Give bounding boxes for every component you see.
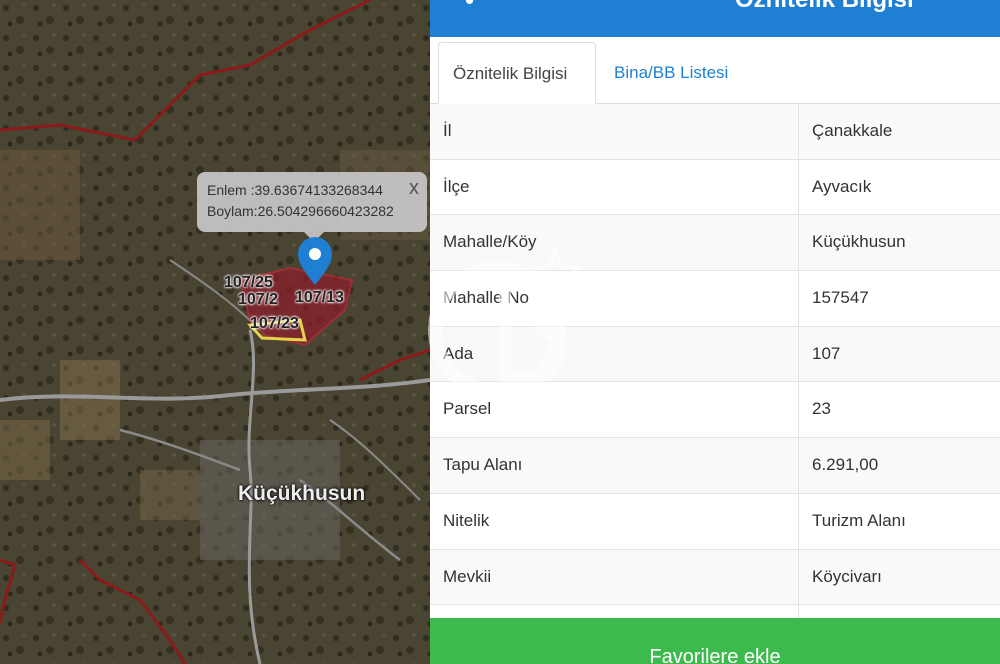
parcel-label: 107/13 xyxy=(295,289,344,306)
row-value: Çanakkale xyxy=(812,121,893,140)
parcel-label: 107/2 xyxy=(238,291,279,308)
row-value: Küçükhusun xyxy=(812,232,906,252)
table-row: Tapu Alanı 6.291,00 xyxy=(430,438,1000,494)
row-value: Ayvacık xyxy=(812,176,872,196)
map-imagery xyxy=(0,0,430,664)
tab-attribute-info[interactable]: Öznitelik Bilgisi xyxy=(438,42,596,104)
table-row: Nitelik Turizm Alanı xyxy=(430,493,1000,550)
coordinate-popup: Enlem :39.63674133268344 Boylam:26.50429… xyxy=(197,172,427,242)
dots-vertical-icon[interactable]: • xyxy=(465,0,474,13)
table-row: İlçe Ayvacık xyxy=(430,159,1000,216)
row-key: Mevkii xyxy=(443,566,492,586)
satellite-map[interactable]: Enlem :39.63674133268344 Boylam:26.50429… xyxy=(0,0,430,664)
watermark-logo xyxy=(428,245,584,399)
row-key: Tapu Alanı xyxy=(443,455,523,475)
row-value: 23 xyxy=(812,399,831,419)
latitude-text: Enlem :39.63674133268344 xyxy=(207,182,383,198)
tab-bar: Öznitelik Bilgisi Bina/BB Listesi xyxy=(430,37,1000,104)
row-key: Nitelik xyxy=(443,510,490,530)
table-row: İl Çanakkale xyxy=(430,104,1000,160)
row-key: İl xyxy=(443,121,452,140)
longitude-text: Boylam:26.504296660423282 xyxy=(207,203,394,219)
parcel-label: 107/23 xyxy=(250,315,299,332)
panel-title: Öznitelik Bilgisi xyxy=(735,0,914,14)
popup-close-icon[interactable]: x xyxy=(409,178,419,199)
row-value: 157547 xyxy=(812,288,869,308)
row-value: 6.291,00 xyxy=(812,455,879,475)
panel-header: • Öznitelik Bilgisi xyxy=(430,0,1000,37)
row-value: 107 xyxy=(812,343,841,363)
row-key: İlçe xyxy=(443,176,470,196)
row-value: Turizm Alanı xyxy=(812,510,906,530)
add-favorite-button[interactable]: Favorilere ekle xyxy=(430,618,1000,664)
tab-building-list[interactable]: Bina/BB Listesi xyxy=(600,42,742,104)
table-row: Mevkii Köycivarı xyxy=(430,549,1000,606)
row-value: Köycivarı xyxy=(812,566,882,586)
parcel-label: 107/25 xyxy=(224,274,273,291)
place-name-label: Küçükhusun xyxy=(238,482,366,505)
